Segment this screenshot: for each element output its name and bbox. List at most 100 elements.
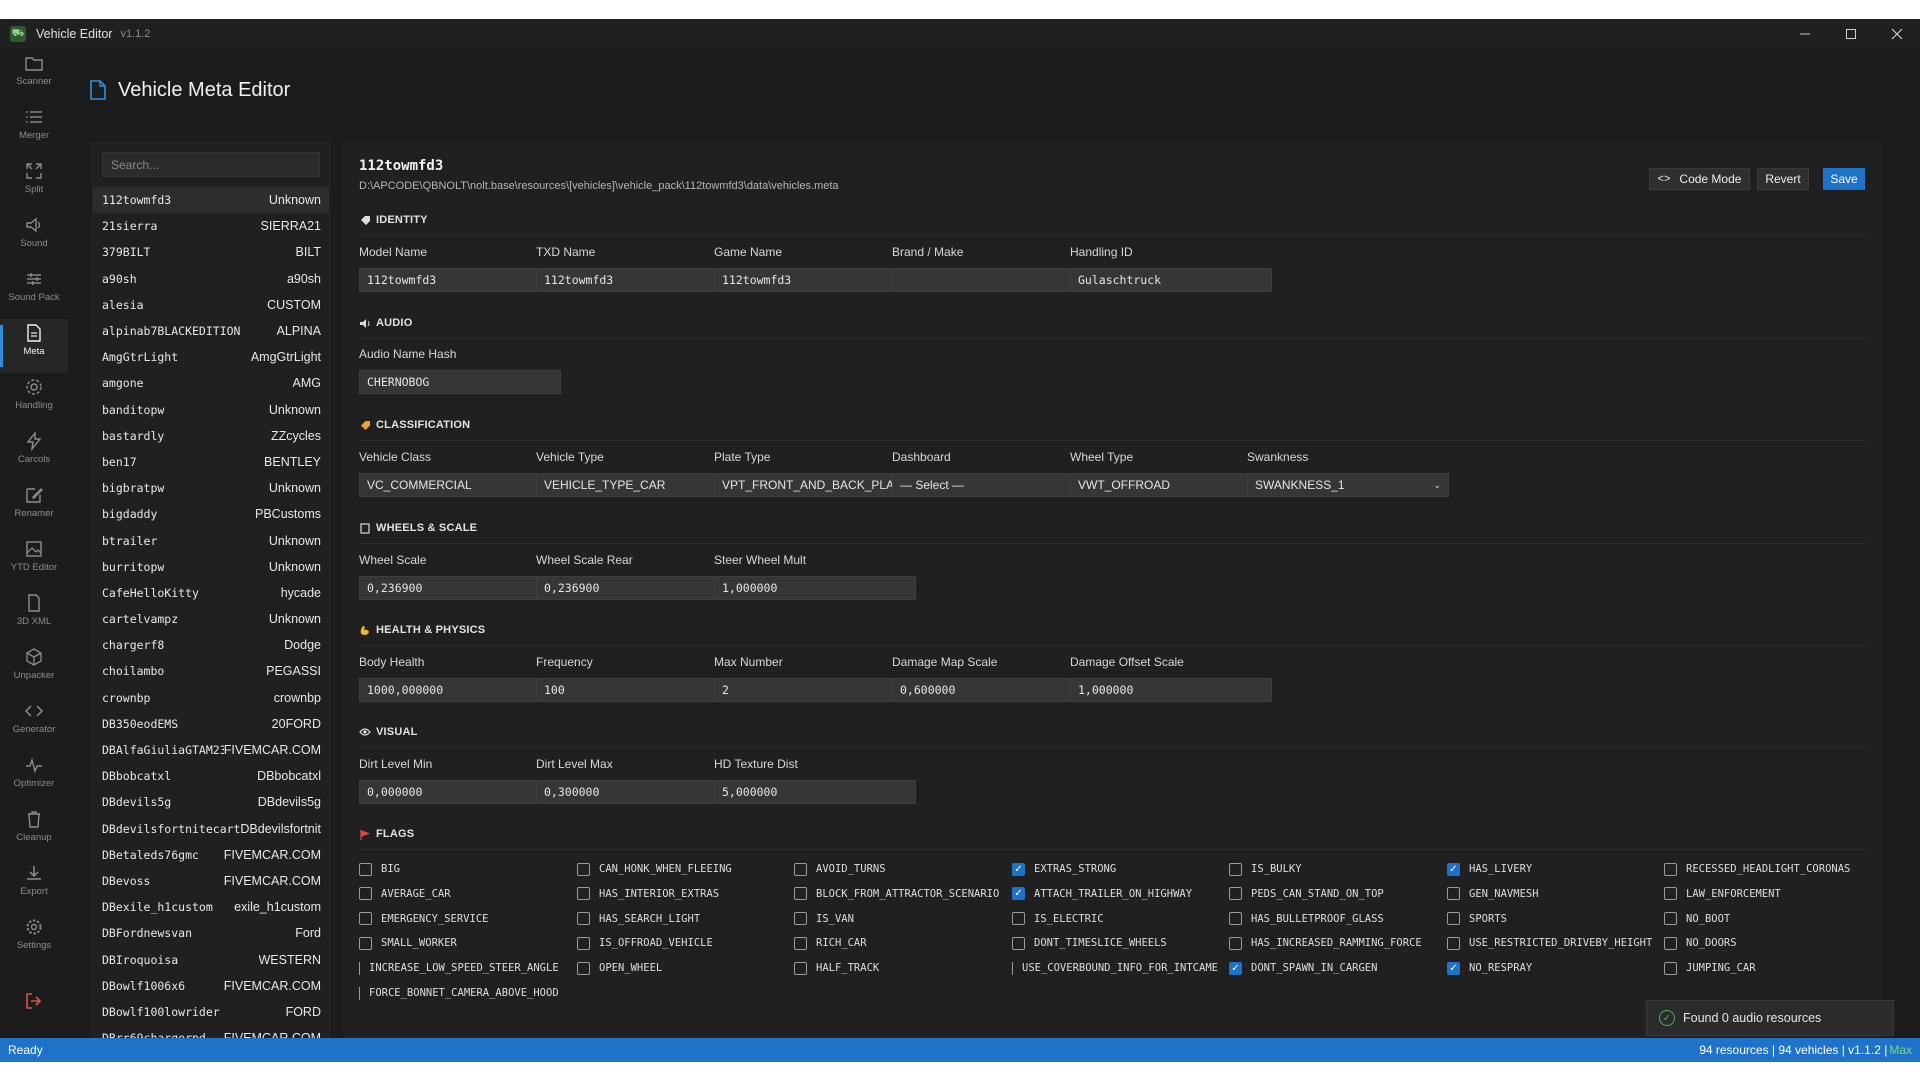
sidebar-item-sound[interactable]: Sound — [0, 211, 68, 265]
flag-checkbox[interactable]: NO_BOOT — [1664, 911, 1730, 927]
save-button[interactable]: Save — [1823, 168, 1865, 190]
flag-checkbox[interactable]: IS_OFFROAD_VEHICLE — [577, 935, 713, 951]
checkbox-box[interactable] — [1012, 961, 1014, 975]
max-number-input[interactable]: 2 — [714, 678, 916, 702]
flag-checkbox[interactable]: FORCE_BONNET_CAMERA_ABOVE_HOOD — [359, 985, 559, 1001]
flag-checkbox[interactable]: CAN_HONK_WHEN_FLEEING — [577, 861, 732, 877]
dashboard-select[interactable]: — Select —⌄ — [892, 473, 1094, 497]
list-item[interactable]: DBowlf1006x6 FIVEMCAR.COM — [93, 973, 329, 999]
checkbox-box[interactable] — [1664, 936, 1677, 950]
checkbox-box[interactable] — [577, 862, 590, 876]
list-item[interactable]: DB350eodEMS 20FORD — [93, 711, 329, 737]
flag-checkbox[interactable]: SMALL_WORKER — [359, 935, 457, 951]
sidebar-item-generator[interactable]: Generator — [0, 697, 68, 751]
list-item[interactable]: DBFordnewsvan Ford — [93, 920, 329, 946]
checkbox-box[interactable] — [1229, 936, 1242, 950]
flag-checkbox[interactable]: PEDS_CAN_STAND_ON_TOP — [1229, 886, 1384, 902]
minimize-button[interactable] — [1782, 19, 1828, 49]
list-item[interactable]: choilambo PEGASSI — [93, 658, 329, 684]
checkbox-box[interactable] — [1447, 887, 1460, 901]
sidebar-item-scanner[interactable]: Scanner — [0, 49, 68, 103]
flag-checkbox[interactable]: GEN_NAVMESH — [1447, 886, 1539, 902]
flag-checkbox[interactable]: HAS_BULLETPROOF_GLASS — [1229, 911, 1384, 927]
checkbox-box[interactable] — [794, 912, 807, 926]
list-item[interactable]: bigbratpw Unknown — [93, 475, 329, 501]
flag-checkbox[interactable]: BIG — [359, 861, 400, 877]
checkbox-box[interactable] — [794, 887, 807, 901]
checkbox-box[interactable] — [359, 862, 372, 876]
flag-checkbox[interactable]: USE_COVERBOUND_INFO_FOR_INTCAME — [1012, 960, 1218, 976]
wheel-scale-rear-input[interactable]: 0,236900 — [536, 576, 738, 600]
code-mode-button[interactable]: <> Code Mode — [1649, 168, 1750, 190]
checkbox-box[interactable] — [359, 912, 372, 926]
flag-checkbox[interactable]: ✓ ATTACH_TRAILER_ON_HIGHWAY — [1012, 886, 1192, 902]
sidebar-item-merger[interactable]: Merger — [0, 103, 68, 157]
list-item[interactable]: ben17 BENTLEY — [93, 449, 329, 475]
list-item[interactable]: AmgGtrLight AmgGtrLight — [93, 344, 329, 370]
txd-name-input[interactable]: 112towmfd3 — [536, 268, 738, 292]
model-name-input[interactable]: 112towmfd3 — [359, 268, 561, 292]
flag-checkbox[interactable]: HAS_INTERIOR_EXTRAS — [577, 886, 719, 902]
list-item[interactable]: 112towmfd3 Unknown — [93, 187, 329, 214]
list-item[interactable]: banditopw Unknown — [93, 397, 329, 423]
list-item[interactable]: DBexile_h1custom exile_h1custom — [93, 894, 329, 920]
sidebar-item-settings[interactable]: Settings — [0, 913, 68, 967]
flag-checkbox[interactable]: BLOCK_FROM_ATTRACTOR_SCENARIO — [794, 886, 999, 902]
list-item[interactable]: DBbobcatxl DBbobcatxl — [93, 763, 329, 789]
flag-checkbox[interactable]: ✓ EXTRAS_STRONG — [1012, 861, 1116, 877]
list-item[interactable]: DBowlf100lowrider FORD — [93, 999, 329, 1025]
dirt-level-max-input[interactable]: 0,300000 — [536, 780, 738, 804]
checkbox-box[interactable] — [1664, 912, 1677, 926]
list-item[interactable]: btrailer Unknown — [93, 527, 329, 553]
list-item[interactable]: chargerf8 Dodge — [93, 632, 329, 658]
dirt-level-min-input[interactable]: 0,000000 — [359, 780, 561, 804]
flag-checkbox[interactable]: HAS_INCREASED_RAMMING_FORCE — [1229, 935, 1422, 951]
flag-checkbox[interactable]: IS_VAN — [794, 911, 854, 927]
flag-checkbox[interactable]: ✓ DONT_SPAWN_IN_CARGEN — [1229, 960, 1377, 976]
checkbox-box[interactable] — [1012, 912, 1025, 926]
checkbox-box[interactable] — [359, 887, 372, 901]
flag-checkbox[interactable]: AVERAGE_CAR — [359, 886, 451, 902]
checkbox-box[interactable] — [1664, 961, 1677, 975]
flag-checkbox[interactable]: IS_BULKY — [1229, 861, 1302, 877]
checkbox-box[interactable]: ✓ — [1447, 961, 1460, 975]
flag-checkbox[interactable]: ✓ NO_RESPRAY — [1447, 960, 1532, 976]
list-item[interactable]: 379BILT BILT — [93, 239, 329, 265]
checkbox-box[interactable] — [1664, 887, 1677, 901]
list-item[interactable]: CafeHelloKitty hycade — [93, 580, 329, 606]
checkbox-box[interactable] — [359, 936, 372, 950]
list-item[interactable]: bastardly ZZcycles — [93, 423, 329, 449]
body-health-input[interactable]: 1000,000000 — [359, 678, 561, 702]
checkbox-box[interactable] — [794, 936, 807, 950]
list-item[interactable]: DBIroquoisa WESTERN — [93, 946, 329, 972]
list-item[interactable]: alesia CUSTOM — [93, 292, 329, 318]
list-item[interactable]: cartelvampz Unknown — [93, 606, 329, 632]
list-item[interactable]: DBAlfaGiuliaGTAM23 FIVEMCAR.COM — [93, 737, 329, 763]
checkbox-box[interactable]: ✓ — [1229, 961, 1242, 975]
flag-checkbox[interactable]: LAW_ENFORCEMENT — [1664, 886, 1781, 902]
steer-wheel-mult-input[interactable]: 1,000000 — [714, 576, 916, 600]
sidebar-item-unpacker[interactable]: Unpacker — [0, 643, 68, 697]
sidebar-item-carcols[interactable]: Carcols — [0, 427, 68, 481]
checkbox-box[interactable] — [1664, 862, 1677, 876]
sidebar-item-cleanup[interactable]: Cleanup — [0, 805, 68, 859]
checkbox-box[interactable] — [359, 986, 361, 1000]
flag-checkbox[interactable]: HAS_SEARCH_LIGHT — [577, 911, 700, 927]
flag-checkbox[interactable]: DONT_TIMESLICE_WHEELS — [1012, 935, 1167, 951]
flag-checkbox[interactable]: ✓ HAS_LIVERY — [1447, 861, 1532, 877]
vehicle-class-select[interactable]: VC_COMMERCIAL⌄ — [359, 473, 561, 497]
flag-checkbox[interactable]: SPORTS — [1447, 911, 1507, 927]
list-item[interactable]: DBdevilsfortnitecart DBdevilsfortnit — [93, 816, 329, 842]
frequency-input[interactable]: 100 — [536, 678, 738, 702]
checkbox-box[interactable]: ✓ — [1012, 887, 1025, 901]
checkbox-box[interactable] — [1447, 912, 1460, 926]
list-item[interactable]: bigdaddy PBCustoms — [93, 501, 329, 527]
damage-map-scale-input[interactable]: 0,600000 — [892, 678, 1094, 702]
checkbox-box[interactable] — [794, 862, 807, 876]
checkbox-box[interactable] — [577, 887, 590, 901]
brand-make-input[interactable] — [892, 268, 1094, 292]
list-item[interactable]: crownbp crownbp — [93, 685, 329, 711]
flag-checkbox[interactable]: HALF_TRACK — [794, 960, 879, 976]
checkbox-box[interactable] — [577, 961, 590, 975]
wheel-scale-input[interactable]: 0,236900 — [359, 576, 561, 600]
